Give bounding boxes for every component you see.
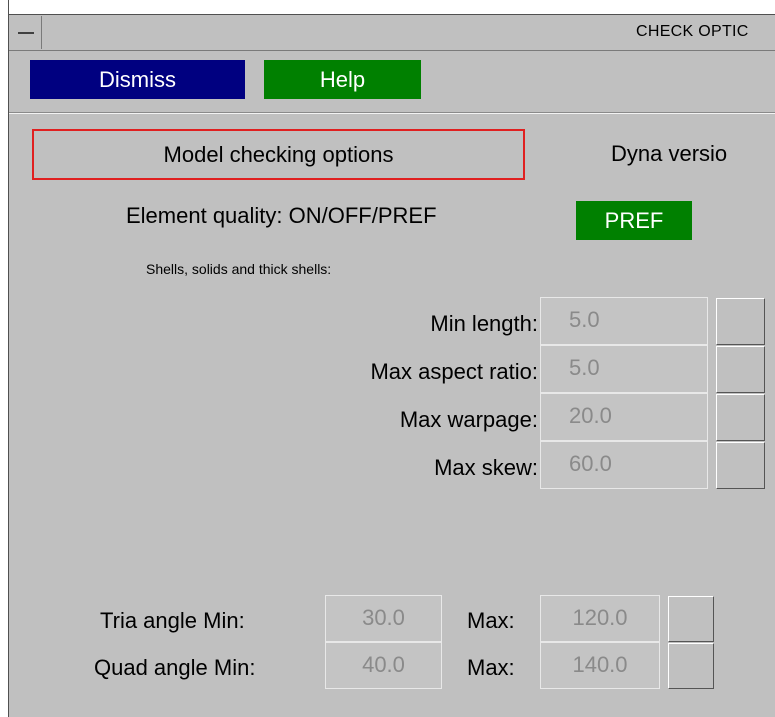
window-title: CHECK OPTIC <box>636 23 749 40</box>
tria-angle-toggle[interactable] <box>668 596 714 642</box>
window-menu-button[interactable] <box>10 16 42 49</box>
model-checking-options-tab[interactable]: Model checking options <box>32 129 525 180</box>
max-aspect-ratio-field[interactable]: 5.0 <box>540 345 708 393</box>
min-length-field[interactable]: 5.0 <box>540 297 708 345</box>
quad-angle-toggle[interactable] <box>668 643 714 689</box>
quad-angle-max-label: Max: <box>467 655 515 680</box>
minimize-icon <box>18 32 34 34</box>
quad-angle-min-label: Quad angle Min: <box>94 655 256 680</box>
check-options-window: CHECK OPTIC Dismiss Help Model checking … <box>8 14 775 717</box>
max-aspect-ratio-toggle[interactable] <box>716 346 765 393</box>
tria-angle-max-label: Max: <box>467 608 515 633</box>
shells-heading: Shells, solids and thick shells: <box>146 261 332 277</box>
dyna-version-label[interactable]: Dyna versio <box>611 141 727 167</box>
tria-angle-min-label: Tria angle Min: <box>100 608 245 633</box>
max-skew-label: Max skew: <box>434 455 538 480</box>
tria-angle-min-field[interactable]: 30.0 <box>325 595 442 642</box>
max-skew-field[interactable]: 60.0 <box>540 441 708 489</box>
quad-angle-min-field[interactable]: 40.0 <box>325 642 442 689</box>
max-warpage-toggle[interactable] <box>716 394 765 441</box>
min-length-toggle[interactable] <box>716 298 765 345</box>
dismiss-button[interactable]: Dismiss <box>30 60 245 99</box>
max-aspect-ratio-label: Max aspect ratio: <box>370 359 538 384</box>
tria-angle-max-field[interactable]: 120.0 <box>540 595 660 642</box>
max-warpage-label: Max warpage: <box>399 407 538 432</box>
element-quality-toggle-button[interactable]: PREF <box>576 201 692 240</box>
element-quality-label: Element quality: ON/OFF/PREF <box>126 203 437 228</box>
help-button[interactable]: Help <box>264 60 421 99</box>
window-edge <box>8 0 9 14</box>
quad-angle-max-field[interactable]: 140.0 <box>540 642 660 689</box>
title-bar: CHECK OPTIC <box>9 15 775 51</box>
max-skew-toggle[interactable] <box>716 442 765 489</box>
min-length-label: Min length: <box>430 311 538 336</box>
divider-highlight <box>9 113 775 114</box>
max-warpage-field[interactable]: 20.0 <box>540 393 708 441</box>
